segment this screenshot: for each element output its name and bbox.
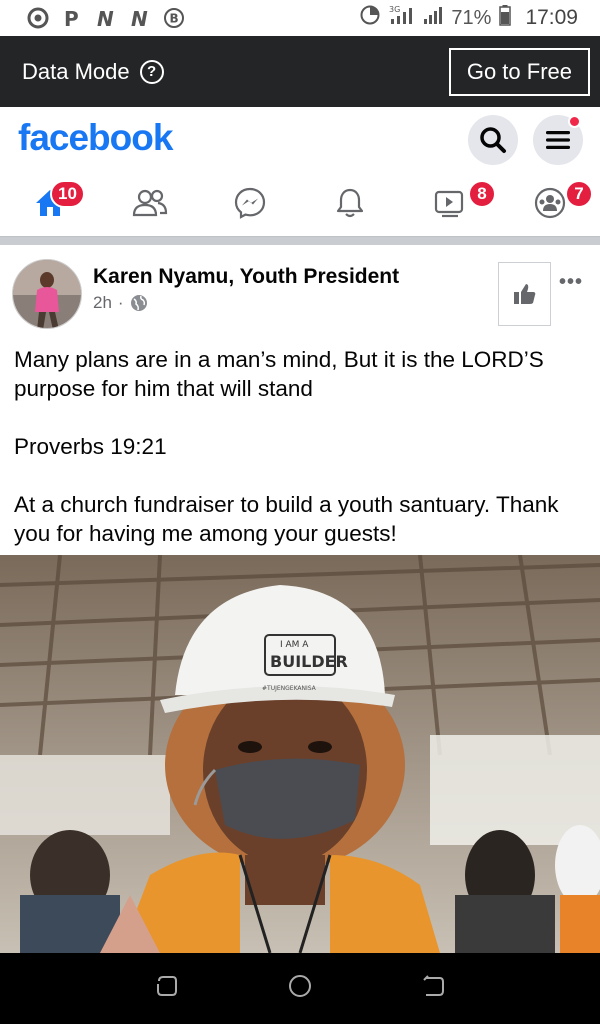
n-icon: N — [128, 6, 152, 30]
back-icon — [423, 975, 445, 996]
b-icon: B — [162, 6, 186, 30]
facebook-header: facebook — [0, 107, 600, 169]
tab-friends[interactable] — [100, 170, 200, 236]
tab-home[interactable]: 10 — [0, 170, 100, 236]
post-paragraph: Proverbs 19:21 — [14, 434, 167, 459]
search-icon — [480, 127, 506, 153]
data-mode-label: Data Mode — [22, 58, 130, 84]
chrome-icon — [26, 6, 50, 30]
go-to-free-button[interactable]: Go to Free — [448, 47, 590, 96]
post-body: Many plans are in a man’s mind, But it i… — [14, 345, 584, 577]
notification-icons: P N N B — [26, 6, 186, 30]
groups-badge: 7 — [565, 180, 593, 208]
post-author[interactable]: Karen Nyamu, Youth President — [93, 265, 399, 289]
svg-text:B: B — [170, 12, 179, 26]
home-badge: 10 — [50, 180, 85, 208]
search-button[interactable] — [468, 115, 518, 165]
watch-icon — [434, 190, 464, 218]
post-paragraph: At a church fundraiser to build a youth … — [14, 492, 559, 546]
network-type: 3G — [389, 5, 400, 14]
data-saver-icon — [359, 4, 381, 32]
svg-text:N: N — [131, 7, 148, 29]
groups-icon — [534, 187, 566, 219]
svg-text:N: N — [97, 7, 114, 29]
helmet-hashtag: #TUJENGEKANISA — [262, 685, 317, 692]
tab-groups[interactable]: 7 — [500, 170, 600, 236]
tab-notifications[interactable] — [300, 170, 400, 236]
pinterest-icon: P — [60, 6, 84, 30]
tab-messenger[interactable] — [200, 170, 300, 236]
tab-watch[interactable]: 8 — [400, 170, 500, 236]
svg-text:P: P — [64, 7, 79, 29]
helmet-text-line1: I AM A — [280, 640, 309, 650]
battery-percent: 71% — [451, 6, 492, 29]
thumbs-up-icon — [513, 284, 535, 304]
watch-badge: 8 — [468, 180, 496, 208]
recents-icon — [156, 976, 177, 996]
home-circle-icon — [288, 975, 311, 997]
friends-icon — [132, 189, 168, 217]
bell-icon — [336, 188, 364, 218]
n-icon: N — [94, 6, 118, 30]
hamburger-icon — [546, 131, 570, 149]
signal-3g-icon: 3G — [389, 4, 415, 32]
post-photo[interactable]: I AM A BUILDER #TUJENGEKANISA — [0, 555, 600, 953]
notification-dot — [568, 115, 581, 128]
signal-icon — [423, 4, 443, 32]
avatar[interactable] — [12, 259, 82, 329]
like-page-button[interactable] — [498, 262, 551, 326]
battery-icon — [499, 4, 512, 32]
main-nav: 10 8 7 — [0, 170, 600, 236]
post-paragraph: Many plans are in a man’s mind, But it i… — [14, 347, 544, 401]
status-bar: P N N B 3G 71% 17:09 — [0, 0, 600, 36]
info-icon[interactable]: ? — [139, 59, 164, 84]
clock: 17:09 — [525, 6, 578, 29]
back-button[interactable] — [420, 973, 446, 1004]
feed-post: Karen Nyamu, Youth President 2h · ••• Ma… — [0, 245, 600, 953]
post-meta: 2h · — [93, 293, 148, 313]
data-mode-bar: Data Mode ? Go to Free — [0, 36, 600, 107]
facebook-logo[interactable]: facebook — [18, 117, 173, 159]
system-status: 3G 71% 17:09 — [359, 4, 578, 32]
menu-button[interactable] — [533, 115, 583, 165]
globe-icon — [130, 295, 147, 311]
home-button[interactable] — [287, 973, 313, 1004]
section-divider — [0, 236, 600, 245]
more-options-button[interactable]: ••• — [559, 271, 583, 294]
messenger-icon — [234, 187, 266, 219]
helmet-text-line2: BUILDER — [270, 652, 348, 671]
post-time[interactable]: 2h — [93, 293, 112, 313]
meta-separator: · — [117, 293, 124, 312]
recents-button[interactable] — [154, 973, 180, 1004]
android-navigation-bar — [0, 953, 600, 1024]
